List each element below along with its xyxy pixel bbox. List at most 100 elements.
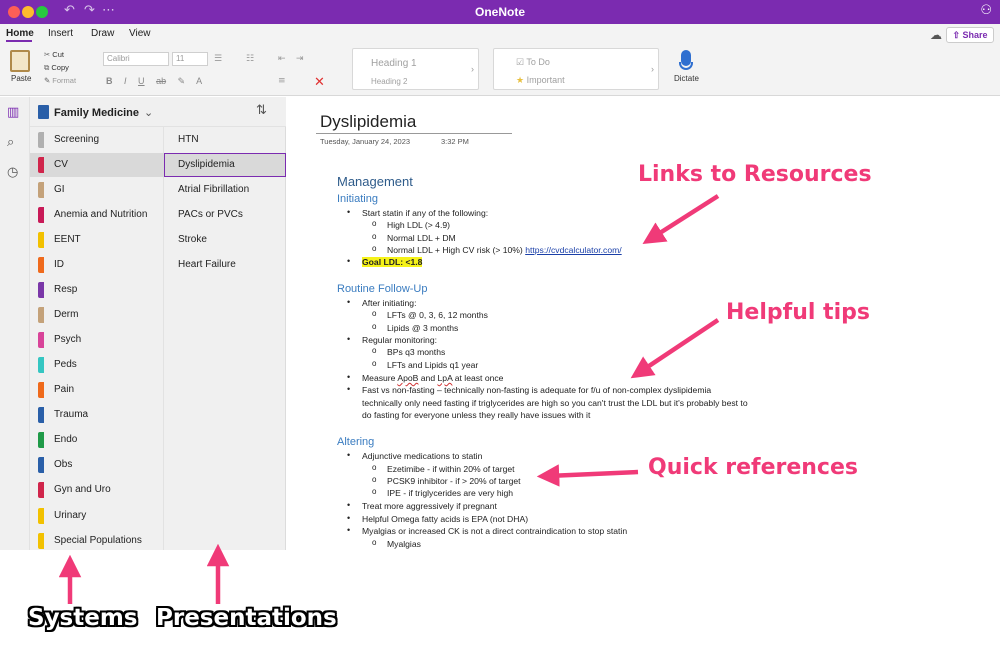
- page-item[interactable]: Heart Failure: [164, 253, 286, 277]
- section-item[interactable]: Anemia and Nutrition: [30, 203, 164, 227]
- ribbon-toolbar: Paste ✂ Cut ⧉ Copy ✎ Format Calibri 11 B I …: [0, 44, 1000, 96]
- notebook-header[interactable]: Family Medicine ⌄ ⇅: [30, 97, 286, 127]
- list-item[interactable]: Helpful Omega fatty acids is EPA (not DH…: [347, 513, 528, 524]
- section-item[interactable]: Obs: [30, 453, 164, 477]
- underline-button[interactable]: U: [138, 76, 145, 86]
- tab-draw[interactable]: Draw: [91, 28, 114, 39]
- bullets-icon[interactable]: ☰: [214, 54, 222, 64]
- list-item[interactable]: Start statin if any of the following:: [347, 207, 488, 218]
- list-item[interactable]: Normal LDL + High CV risk (> 10%) https:…: [372, 244, 622, 255]
- page-item[interactable]: Dyslipidemia: [164, 153, 286, 177]
- list-item[interactable]: Ezetimibe - if within 20% of target: [372, 463, 514, 474]
- tag-todo[interactable]: ☑ To Do: [516, 57, 550, 68]
- style-heading2[interactable]: Heading 2: [371, 77, 407, 86]
- arrow-to-tips: [630, 318, 720, 379]
- page-item[interactable]: Atrial Fibrillation: [164, 178, 286, 202]
- notebook-title[interactable]: Family Medicine ⌄: [54, 106, 153, 119]
- heading-initiating[interactable]: Initiating: [337, 193, 378, 205]
- list-item[interactable]: Treat more aggressively if pregnant: [347, 500, 497, 511]
- recent-icon[interactable]: ◷: [7, 165, 18, 180]
- list-item[interactable]: Lipids @ 3 months: [372, 322, 458, 333]
- section-label: Obs: [54, 459, 73, 470]
- section-item[interactable]: GI: [30, 178, 164, 202]
- list-item[interactable]: Normal LDL + DM: [372, 232, 456, 243]
- section-item[interactable]: Urinary: [30, 504, 164, 528]
- section-label: Psych: [54, 334, 82, 345]
- font-size-select[interactable]: 11: [172, 52, 208, 66]
- section-item[interactable]: Screening: [30, 128, 164, 152]
- heading-altering[interactable]: Altering: [337, 436, 374, 448]
- section-item[interactable]: Resp: [30, 278, 164, 302]
- list-item[interactable]: LFTs and Lipids q1 year: [372, 359, 478, 370]
- tab-home[interactable]: Home: [6, 28, 34, 39]
- paste-label[interactable]: Paste: [11, 74, 31, 83]
- list-item[interactable]: Goal LDL: <1.8: [347, 256, 423, 267]
- heading-routine-followup[interactable]: Routine Follow-Up: [337, 283, 427, 295]
- sort-icon[interactable]: ⇅: [256, 103, 267, 118]
- styles-gallery[interactable]: Heading 1 Heading 2 ›: [352, 48, 479, 90]
- tag-important[interactable]: ★ Important: [516, 75, 565, 86]
- font-name-select[interactable]: Calibri: [103, 52, 169, 66]
- style-heading1[interactable]: Heading 1: [371, 58, 417, 69]
- section-item[interactable]: Special Populations: [30, 529, 164, 553]
- section-item[interactable]: CV: [30, 153, 164, 177]
- list-item[interactable]: After initiating:: [347, 297, 417, 308]
- section-item[interactable]: Pain: [30, 378, 164, 402]
- paste-icon[interactable]: [10, 50, 30, 72]
- list-item[interactable]: Myalgias: [372, 538, 421, 549]
- strikethrough-button[interactable]: ab: [156, 76, 166, 86]
- search-icon[interactable]: ⌕: [7, 135, 14, 150]
- section-item[interactable]: Peds: [30, 353, 164, 377]
- list-item-continuation[interactable]: technically only need fasting if triglyc…: [362, 398, 748, 408]
- list-item[interactable]: LFTs @ 0, 3, 6, 12 months: [372, 309, 488, 320]
- page-item[interactable]: HTN: [164, 128, 286, 152]
- format-painter-button[interactable]: ✎ Format: [44, 76, 76, 85]
- chevron-right-icon[interactable]: ›: [471, 64, 474, 74]
- page-item[interactable]: PACs or PVCs: [164, 203, 286, 227]
- list-item-continuation[interactable]: do fasting for everyone unless they real…: [362, 410, 590, 420]
- indent-icon[interactable]: ⇥: [296, 54, 304, 64]
- sync-status-icon[interactable]: ☁: [930, 28, 942, 42]
- chevron-right-icon[interactable]: ›: [651, 64, 654, 74]
- share-button[interactable]: ⇧ Share: [946, 27, 994, 43]
- cvd-calculator-link[interactable]: https://cvdcalculator.com/: [525, 245, 621, 255]
- align-icon[interactable]: ≡: [278, 76, 286, 86]
- clear-formatting-icon[interactable]: ✕: [314, 74, 325, 90]
- list-item[interactable]: Myalgias or increased CK is not a direct…: [347, 525, 627, 536]
- page-item[interactable]: Stroke: [164, 228, 286, 252]
- list-item[interactable]: IPE - if triglycerides are very high: [372, 487, 513, 498]
- highlight-icon[interactable]: ✎: [178, 76, 186, 86]
- page-label: Atrial Fibrillation: [178, 184, 250, 195]
- outdent-icon[interactable]: ⇤: [278, 54, 286, 64]
- dictate-label[interactable]: Dictate: [674, 74, 699, 83]
- tags-gallery[interactable]: ☑ To Do ★ Important ›: [493, 48, 659, 90]
- font-color-icon[interactable]: A: [196, 76, 202, 86]
- heading-management[interactable]: Management: [337, 174, 413, 189]
- list-item[interactable]: PCSK9 inhibitor - if > 20% of target: [372, 475, 520, 486]
- section-color-tab: [38, 132, 44, 148]
- list-item[interactable]: Regular monitoring:: [347, 334, 437, 345]
- section-item[interactable]: Derm: [30, 303, 164, 327]
- list-item[interactable]: Measure ApoB and LpA at least once: [347, 372, 504, 383]
- tab-insert[interactable]: Insert: [48, 28, 73, 39]
- page-title[interactable]: Dyslipidemia: [320, 112, 416, 132]
- section-item[interactable]: Endo: [30, 428, 164, 452]
- bold-button[interactable]: B: [106, 76, 113, 86]
- section-item[interactable]: Psych: [30, 328, 164, 352]
- numbering-icon[interactable]: ☷: [246, 54, 254, 64]
- notebooks-icon[interactable]: ▥: [7, 105, 19, 120]
- section-item[interactable]: ID: [30, 253, 164, 277]
- section-item[interactable]: Trauma: [30, 403, 164, 427]
- cut-button[interactable]: ✂ Cut: [44, 50, 64, 59]
- connections-icon[interactable]: ⚇: [980, 3, 992, 18]
- list-item[interactable]: Adjunctive medications to statin: [347, 450, 482, 461]
- tab-view[interactable]: View: [129, 28, 151, 39]
- section-label: GI: [54, 184, 65, 195]
- italic-button[interactable]: I: [124, 76, 127, 86]
- list-item[interactable]: High LDL (> 4.9): [372, 219, 450, 230]
- list-item[interactable]: BPs q3 months: [372, 346, 445, 357]
- section-item[interactable]: Gyn and Uro: [30, 478, 164, 502]
- section-item[interactable]: EENT: [30, 228, 164, 252]
- copy-button[interactable]: ⧉ Copy: [44, 63, 69, 73]
- list-item[interactable]: Fast vs non-fasting – technically non-fa…: [347, 384, 711, 395]
